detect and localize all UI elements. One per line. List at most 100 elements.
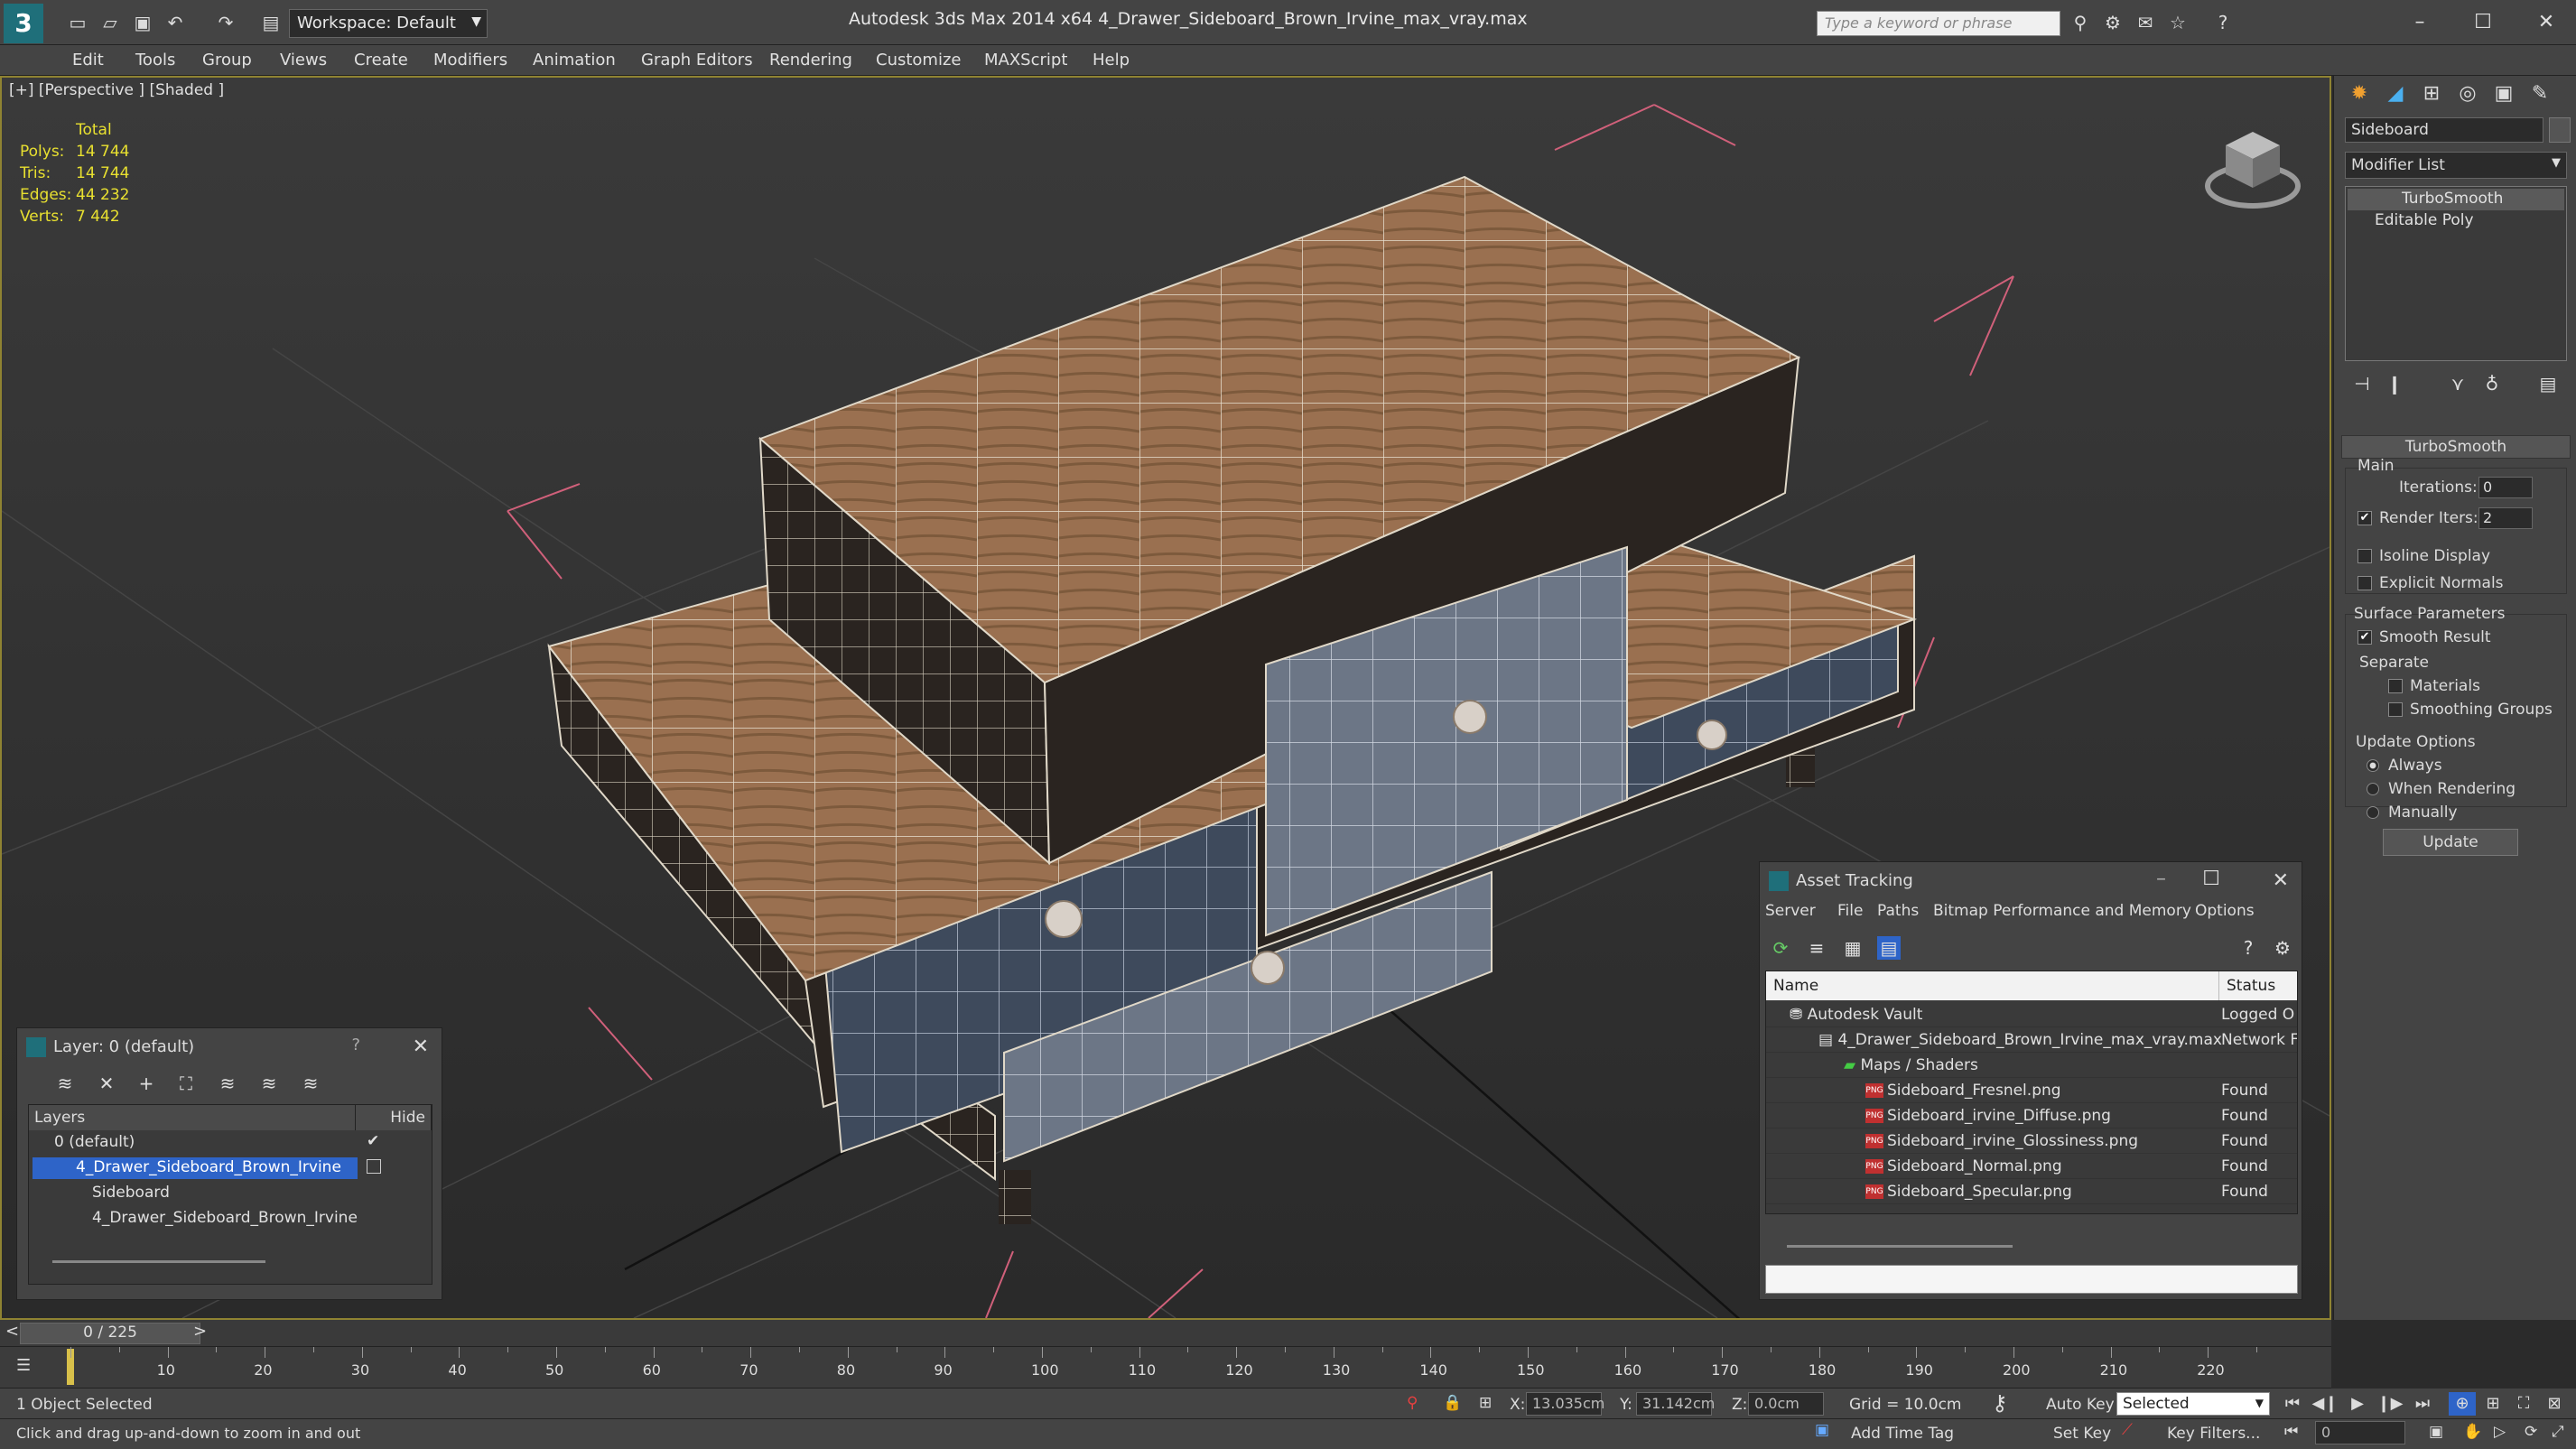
display-tab-icon[interactable]: ▣ [2488,78,2520,110]
menu-animation[interactable]: Animation [533,51,616,70]
pan-icon[interactable]: ✋ [2463,1423,2482,1441]
time-tag-icon[interactable]: ▣ [1815,1421,1829,1439]
table-view-icon[interactable]: ▤ [1877,936,1901,960]
next-frame-icon[interactable]: > [193,1322,207,1341]
select-objects-icon[interactable]: ⛶ [174,1072,198,1095]
maximize-button[interactable]: ☐ [2202,868,2220,890]
zoom-all-icon[interactable]: ⊞ [2479,1392,2506,1416]
menu-group[interactable]: Group [202,51,252,70]
render-iters-spinner[interactable]: 2 [2478,507,2533,529]
zoom-icon[interactable]: ⊕ [2449,1392,2476,1416]
column-name[interactable]: Name [1766,971,2219,1000]
settings-icon[interactable]: ⚙ [2271,936,2294,960]
update-manually-radio[interactable]: Manually [2367,803,2458,822]
add-time-tag-button[interactable]: Add Time Tag [1851,1425,1954,1443]
delete-layer-icon[interactable]: ✕ [95,1072,118,1095]
zoom-extents-all-icon[interactable]: ⊠ [2541,1392,2568,1416]
menu-maxscript[interactable]: MAXScript [984,51,1067,70]
menu-options[interactable]: Options [2195,902,2255,920]
new-file-icon[interactable]: ▭ [65,11,90,34]
close-icon[interactable]: ✕ [413,1036,429,1058]
render-iters-checkbox[interactable]: ✔ Render Iters: [2357,509,2478,527]
create-tab-icon[interactable]: ✹ [2343,78,2376,110]
app-logo-icon[interactable]: 3 [4,4,43,43]
play-icon[interactable]: ▶ [2344,1392,2371,1416]
project-folder-icon[interactable]: ▤ [258,11,284,34]
open-file-icon[interactable]: ▱ [98,11,123,34]
modify-tab-icon[interactable]: ◢ [2379,78,2412,110]
table-row[interactable]: PNG Sideboard_Normal.png Found [1766,1154,2297,1179]
stack-item-turbosmooth[interactable]: TurboSmooth [2348,189,2564,210]
track-bar[interactable]: ☰ 10 20 30 40 50 60 70 80 90 100 110 120 130 140 150 16… [0,1347,2331,1389]
minimize-button[interactable]: – [2398,7,2441,38]
help-icon[interactable]: ? [2237,936,2260,960]
menu-tools[interactable]: Tools [135,51,175,70]
set-key-icon[interactable]: ⟋ [2122,1421,2133,1439]
absolute-mode-icon[interactable]: ⊞ [1479,1394,1492,1412]
zoom-extents-icon[interactable]: ⛶ [2510,1392,2537,1416]
configure-sets-icon[interactable]: ▤ [2536,372,2560,395]
column-status[interactable]: Status [2219,971,2297,1000]
hide-all-icon[interactable]: ≋ [257,1072,281,1095]
table-row[interactable]: PNG Sideboard_Specular.png Found [1766,1179,2297,1204]
add-to-layer-icon[interactable]: + [135,1072,158,1095]
previous-frame-icon[interactable]: ◀❙ [2311,1392,2339,1416]
menu-modifiers[interactable]: Modifiers [433,51,507,70]
menu-file[interactable]: File [1837,902,1863,920]
update-always-radio[interactable]: Always [2367,757,2442,775]
table-row[interactable]: PNG Sideboard_irvine_Diffuse.png Found [1766,1103,2297,1129]
table-row[interactable]: ⛃ Autodesk Vault Logged O [1766,1002,2297,1027]
turbosmooth-rollout-header[interactable]: TurboSmooth [2341,435,2571,459]
materials-checkbox[interactable]: Materials [2388,677,2480,695]
search-input[interactable]: Type a keyword or phrase [1817,11,2060,36]
help-icon[interactable]: ? [351,1036,360,1054]
table-row[interactable]: PNG Sideboard_Fresnel.png Found [1766,1078,2297,1103]
horizontal-scrollbar[interactable] [1787,1245,2013,1248]
table-row[interactable]: ▰ Maps / Shaders [1766,1053,2297,1078]
menu-create[interactable]: Create [354,51,408,70]
motion-tab-icon[interactable]: ◎ [2451,78,2484,110]
asset-path-field[interactable] [1765,1265,2298,1294]
mini-curve-editor-icon[interactable]: ☰ [16,1356,40,1378]
isolate-icon[interactable]: ⚲ [1407,1394,1418,1412]
update-when-rendering-radio[interactable]: When Rendering [2367,780,2516,798]
horizontal-scrollbar[interactable] [52,1260,265,1263]
object-name-field[interactable]: Sideboard [2345,117,2543,143]
communication-icon[interactable]: ✉ [2133,11,2158,34]
viewport-label[interactable]: [+] [Perspective ] [Shaded ] [9,81,224,99]
menu-bitmap-performance[interactable]: Bitmap Performance and Memory [1933,902,2191,920]
smooth-result-checkbox[interactable]: ✔ Smooth Result [2357,628,2491,646]
key-set-dropdown[interactable]: Selected ▼ [2116,1392,2270,1416]
minimize-button[interactable]: – [2156,868,2166,890]
maximize-viewport-icon[interactable]: ⤢ [2552,1423,2564,1441]
help-icon[interactable]: ? [2210,11,2236,34]
hide-toggle-icon[interactable] [367,1159,381,1174]
go-to-end-icon[interactable]: ⏭ [2409,1392,2436,1416]
layer-row[interactable]: 0 (default) ✔ [29,1130,432,1156]
show-end-result-icon[interactable]: ❙ [2383,372,2406,395]
auto-key-button[interactable]: Auto Key [2046,1396,2115,1414]
workspace-dropdown[interactable]: Workspace: Default ▼ [289,9,488,38]
close-icon[interactable]: ✕ [2273,869,2289,892]
menu-help[interactable]: Help [1093,51,1130,70]
thumbnail-view-icon[interactable]: ▦ [1841,936,1865,960]
highlight-layer-icon[interactable]: ≋ [216,1072,239,1095]
remove-modifier-icon[interactable]: ♁ [2480,372,2504,395]
menu-customize[interactable]: Customize [876,51,961,70]
set-key-button[interactable]: Set Key [2053,1425,2111,1443]
hierarchy-tab-icon[interactable]: ⊞ [2415,78,2448,110]
maximize-button[interactable]: ☐ [2461,7,2505,38]
lock-icon[interactable]: 🔒 [1443,1394,1462,1412]
y-coordinate-field[interactable]: 31.142cm [1636,1392,1715,1416]
update-button[interactable]: Update [2383,829,2518,856]
time-config-icon[interactable]: ▣ [2429,1423,2443,1441]
binoculars-icon[interactable]: ⚲ [2068,11,2093,34]
go-to-start-icon[interactable]: ⏮ [2279,1392,2306,1416]
menu-rendering[interactable]: Rendering [769,51,852,70]
object-color-swatch[interactable] [2549,117,2571,143]
next-frame-icon[interactable]: ❙▶ [2376,1392,2404,1416]
table-row[interactable]: ▤ 4_Drawer_Sideboard_Brown_Irvine_max_vr… [1766,1027,2297,1053]
redo-icon[interactable]: ↷ [213,11,238,34]
x-coordinate-field[interactable]: 13.035cm [1526,1392,1604,1416]
undo-icon[interactable]: ↶ [163,11,188,34]
